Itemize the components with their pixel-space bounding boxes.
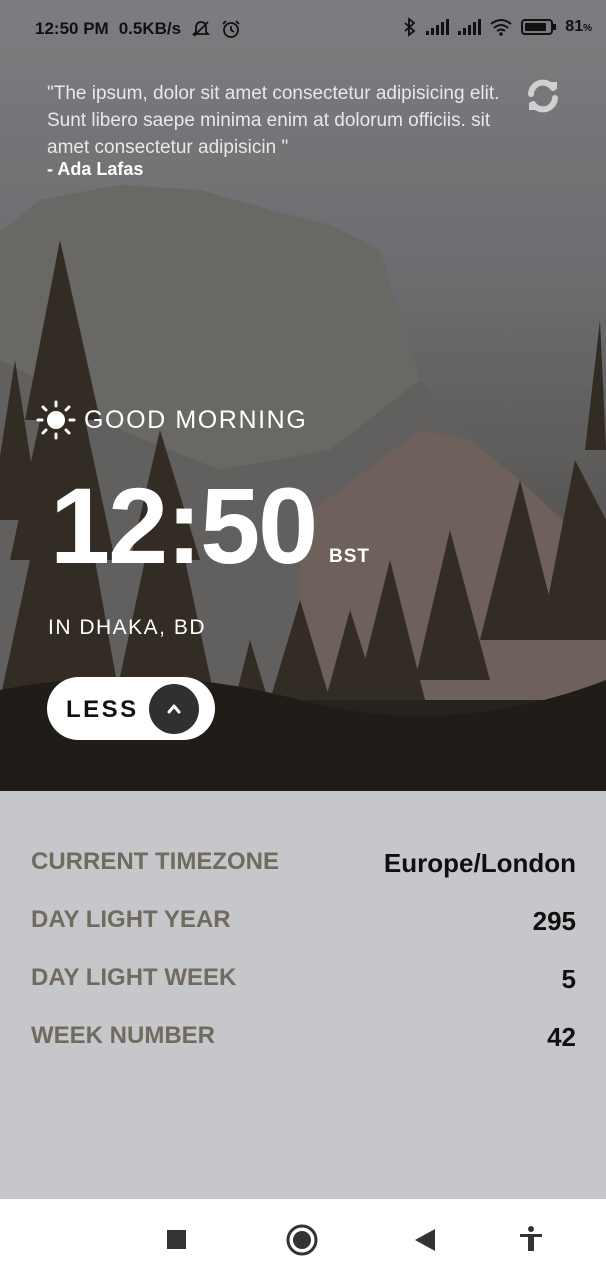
recents-square-icon [167,1230,186,1249]
detail-label: CURRENT TIMEZONE [31,848,279,875]
quote-author: - Ada Lafas [47,159,144,179]
back-triangle-icon [415,1229,435,1251]
alarm-icon [221,19,241,39]
detail-label: DAY LIGHT WEEK [31,964,237,991]
detail-label: DAY LIGHT YEAR [31,906,231,933]
details-panel: CURRENT TIMEZONE Europe/London DAY LIGHT… [0,791,606,1199]
signal-icon [457,19,482,35]
detail-row-timezone: CURRENT TIMEZONE Europe/London [31,848,576,888]
greeting: GOOD MORNING [36,400,307,440]
detail-label: WEEK NUMBER [31,1022,215,1049]
detail-value: Europe/London [383,848,576,878]
detail-row-week-number: WEEK NUMBER 42 [31,1022,576,1062]
status-bar: 12:50 PM 0.5KB/s 81% [0,0,606,60]
greeting-text: GOOD MORNING [84,405,308,434]
home-button[interactable] [286,1224,318,1261]
bluetooth-icon [403,17,417,37]
clock-time: 12:50 [50,465,318,586]
status-time: 12:50 PM [35,19,109,38]
refresh-quote-button[interactable] [523,76,563,116]
mute-bell-icon [191,19,211,39]
signal-icon [425,19,450,35]
detail-value: 42 [547,1022,576,1052]
less-button-label: LESS [66,696,139,723]
wifi-icon [489,18,513,36]
battery-icon [521,18,557,36]
detail-value: 5 [561,964,576,994]
refresh-icon [528,79,558,113]
recents-button[interactable] [166,1229,187,1255]
detail-row-daylight-year: DAY LIGHT YEAR 295 [31,906,576,946]
home-circle-icon [286,1224,318,1256]
detail-value: 295 [532,906,576,936]
sun-icon [36,400,76,440]
timezone-abbr: BST [329,546,370,567]
navigation-bar [0,1199,606,1280]
detail-row-daylight-week: DAY LIGHT WEEK 5 [31,964,576,1004]
accessibility-button[interactable] [519,1226,543,1257]
chevron-up-icon [149,684,199,734]
quote-text: "The ipsum, dolor sit amet consectetur a… [47,83,500,158]
less-toggle-button[interactable]: LESS [47,677,215,740]
network-speed: 0.5KB/s [118,19,182,38]
accessibility-icon [520,1226,542,1251]
battery-level: 81% [565,18,592,35]
back-button[interactable] [414,1228,436,1257]
location-label: IN DHAKA, BD [48,616,207,639]
